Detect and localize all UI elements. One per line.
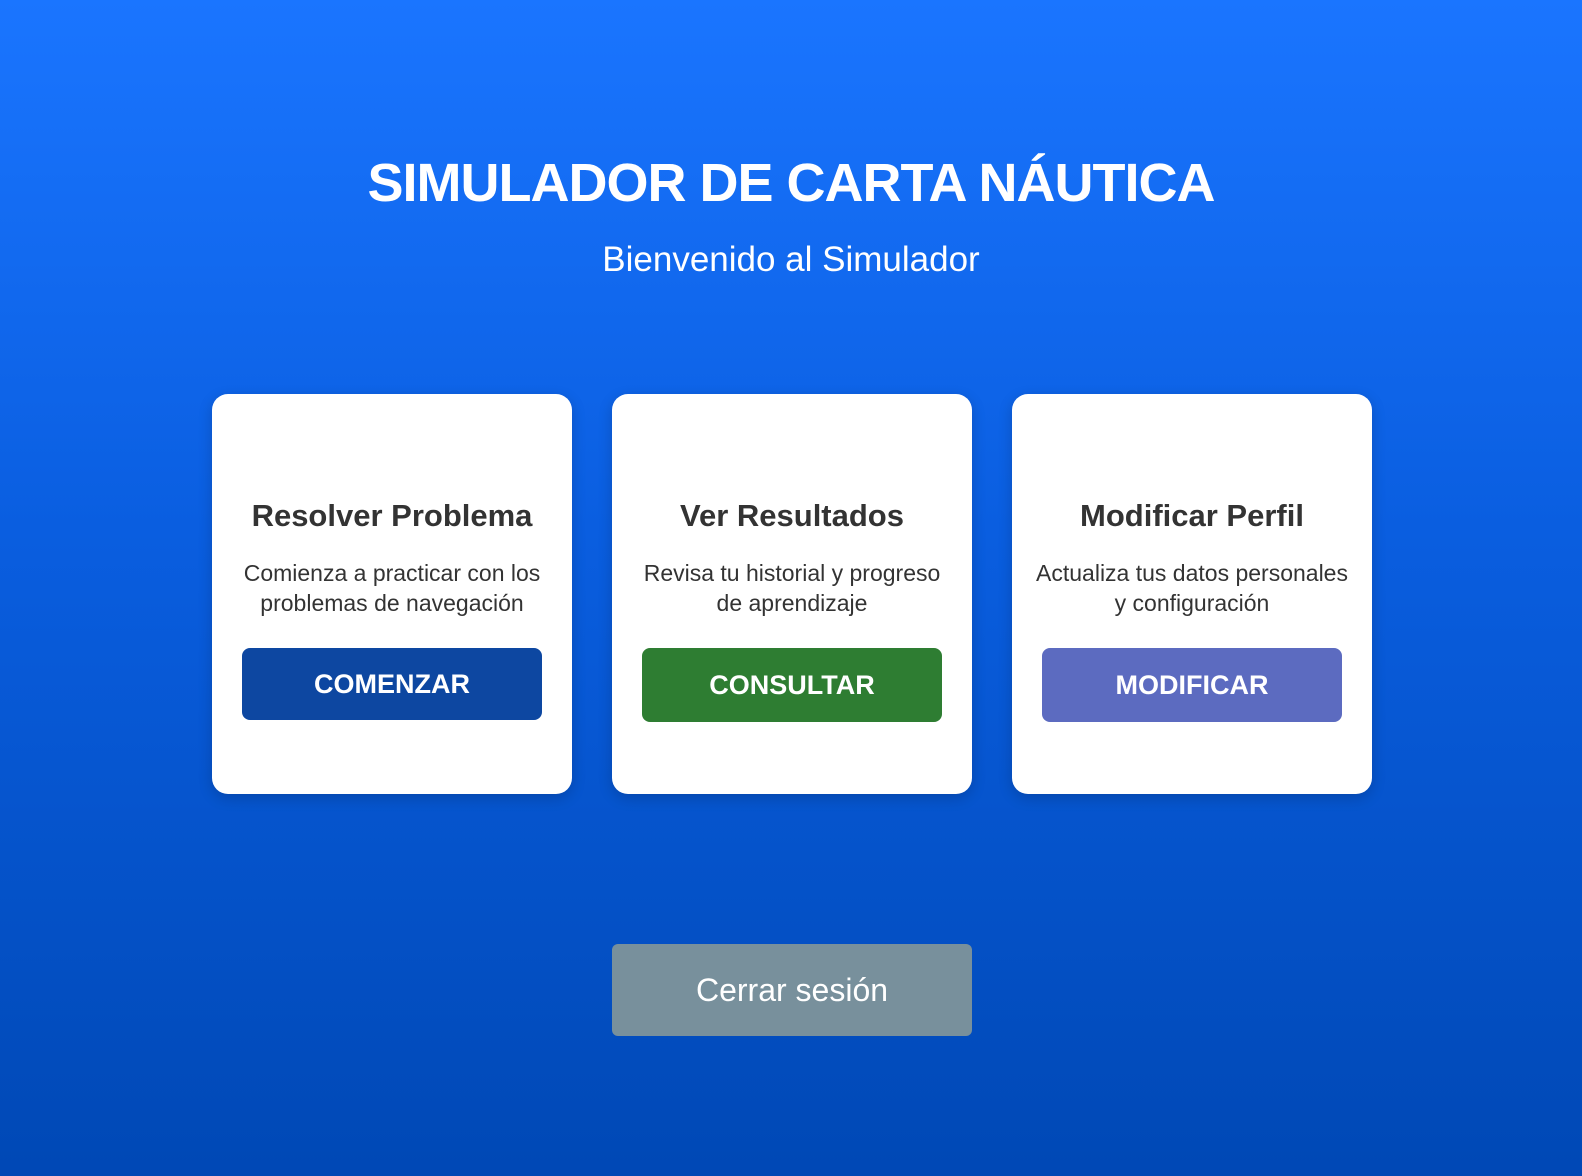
page-title: SIMULADOR DE CARTA NÁUTICA xyxy=(367,153,1216,213)
card-title: Modificar Perfil xyxy=(1080,498,1304,533)
modificar-button[interactable]: MODIFICAR xyxy=(1042,648,1342,722)
logout-button[interactable]: Cerrar sesión xyxy=(612,944,972,1036)
page-subtitle: Bienvenido al Simulador xyxy=(602,240,980,279)
comenzar-button[interactable]: COMENZAR xyxy=(242,648,542,720)
consultar-button[interactable]: CONSULTAR xyxy=(642,648,942,722)
card-title: Ver Resultados xyxy=(680,498,904,533)
card-description: Actualiza tus datos personales y configu… xyxy=(1036,560,1348,616)
card-description: Revisa tu historial y progreso de aprend… xyxy=(643,560,941,616)
card-title: Resolver Problema xyxy=(251,498,533,533)
card-ver-resultados: Ver Resultados Revisa tu historial y pro… xyxy=(612,394,972,794)
card-resolver-problema: Resolver Problema Comienza a practicar c… xyxy=(212,394,572,794)
card-description: Comienza a practicar con los problemas d… xyxy=(243,560,541,616)
menu-cards: Resolver Problema Comienza a practicar c… xyxy=(212,394,1372,794)
card-modificar-perfil: Modificar Perfil Actualiza tus datos per… xyxy=(1012,394,1372,794)
